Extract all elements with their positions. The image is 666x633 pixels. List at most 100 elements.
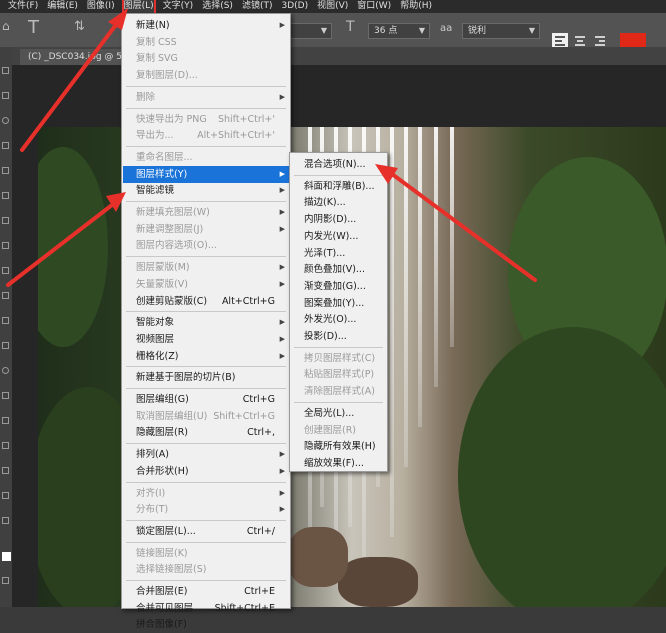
menubar-item-1[interactable]: 编辑(E)	[47, 0, 78, 13]
menu-item[interactable]: 全局光(L)...	[291, 405, 386, 422]
menu-item[interactable]: 斜面和浮雕(B)...	[291, 178, 386, 195]
text-orientation-icon[interactable]: ⇅	[74, 19, 85, 34]
menu-item[interactable]: 图层蒙版(M) ▶	[123, 259, 289, 276]
menu-item[interactable]: 链接图层(K)	[123, 545, 289, 562]
shape-tool-icon[interactable]	[2, 492, 9, 499]
menu-item[interactable]: 外发光(O)...	[291, 311, 386, 328]
menu-item[interactable]: 内发光(W)...	[291, 228, 386, 245]
submenu-arrow-icon: ▶	[279, 334, 285, 343]
type-tool-icon[interactable]: T	[28, 17, 39, 38]
menu-item[interactable]: 图层样式(Y) ▶	[123, 165, 289, 183]
menu-item[interactable]: 导出为... Alt+Shift+Ctrl+'	[123, 127, 289, 144]
menubar-item-2[interactable]: 图像(I)	[87, 0, 115, 13]
lasso-tool-icon[interactable]	[2, 117, 9, 124]
menu-item[interactable]: 智能对象 ▶	[123, 314, 289, 331]
menu-item[interactable]: 拼合图像(F)	[123, 616, 289, 633]
menu-item[interactable]: 合并形状(H) ▶	[123, 463, 289, 480]
menu-item[interactable]: 光泽(T)...	[291, 245, 386, 262]
stamp-tool-icon[interactable]	[2, 267, 9, 274]
menu-item[interactable]: 投影(D)...	[291, 328, 386, 345]
menu-item[interactable]: 混合选项(N)...	[291, 156, 386, 173]
menubar-item-4[interactable]: 文字(Y)	[163, 0, 194, 13]
menubar-item-8[interactable]: 视图(V)	[317, 0, 348, 13]
history-brush-tool-icon[interactable]	[2, 292, 9, 299]
menu-item-label: 分布(T)	[136, 504, 169, 516]
menu-item[interactable]: 内阴影(D)...	[291, 211, 386, 228]
menu-item[interactable]: 对齐(I) ▶	[123, 485, 289, 502]
document-tab[interactable]: (C) _DSC034.jpg @ 50	[20, 49, 136, 65]
menu-item-label: 创建剪贴蒙版(C)	[136, 295, 208, 307]
layer-style-submenu: 混合选项(N)... 斜面和浮雕(B)... 描边(K)... 内阴影(D)... 内发…	[289, 152, 388, 472]
menu-item[interactable]: 智能滤镜 ▶	[123, 182, 289, 199]
menu-item[interactable]: 选择链接图层(S)	[123, 561, 289, 578]
menu-item-label: 矢量蒙版(V)	[136, 278, 188, 290]
menu-item[interactable]: 图层编组(G) Ctrl+G	[123, 391, 289, 408]
menu-item[interactable]: 重命名图层...	[123, 149, 289, 166]
menu-item[interactable]: 合并可见图层 Shift+Ctrl+E	[123, 600, 289, 617]
menu-item-label: 图案叠加(Y)...	[304, 297, 365, 309]
menubar-item-10[interactable]: 帮助(H)	[400, 0, 432, 13]
menu-item[interactable]: 创建剪贴蒙版(C) Alt+Ctrl+G	[123, 293, 289, 310]
font-size-icon: T	[346, 19, 355, 35]
menu-item[interactable]: 清除图层样式(A)	[291, 383, 386, 400]
menu-item[interactable]: 排列(A) ▶	[123, 446, 289, 463]
menu-item[interactable]: 渐变叠加(G)...	[291, 278, 386, 295]
menu-item[interactable]: 拷贝图层样式(C)	[291, 350, 386, 367]
brush-tool-icon[interactable]	[2, 242, 9, 249]
healing-tool-icon[interactable]	[2, 217, 9, 224]
font-size-select[interactable]: 36 点 ▼	[368, 23, 430, 39]
home-icon[interactable]: ⌂	[2, 19, 10, 33]
menu-item[interactable]: 隐藏所有效果(H)	[291, 438, 386, 455]
menu-item[interactable]: 图案叠加(Y)...	[291, 295, 386, 312]
menu-item[interactable]: 合并图层(E) Ctrl+E	[123, 583, 289, 600]
path-select-tool-icon[interactable]	[2, 467, 9, 474]
move-tool-icon[interactable]	[2, 67, 9, 74]
menu-item[interactable]: 新建(N) ▶	[123, 17, 289, 34]
menu-item[interactable]: 隐藏图层(R) Ctrl+,	[123, 424, 289, 441]
eraser-tool-icon[interactable]	[2, 317, 9, 324]
antialias-select[interactable]: 锐利 ▼	[462, 23, 540, 39]
menubar-item-9[interactable]: 窗口(W)	[357, 0, 391, 13]
menu-item[interactable]: 复制图层(D)...	[123, 67, 289, 84]
menu-item-shortcut: Shift+Ctrl+E	[214, 602, 275, 614]
menu-item[interactable]: 创建图层(R)	[291, 422, 386, 439]
menu-item[interactable]: 缩放效果(F)...	[291, 455, 386, 472]
menubar-item-0[interactable]: 文件(F)	[8, 0, 38, 13]
menu-item[interactable]: 矢量蒙版(V) ▶	[123, 276, 289, 293]
crop-tool-icon[interactable]	[2, 167, 9, 174]
type-tool-side-icon[interactable]	[2, 442, 9, 449]
foreground-color-icon[interactable]	[2, 552, 11, 561]
blur-tool-icon[interactable]	[2, 367, 9, 374]
menubar-item-6[interactable]: 滤镜(T)	[242, 0, 273, 13]
menu-item-label: 复制 SVG	[136, 53, 178, 65]
menu-item[interactable]: 取消图层编组(U) Shift+Ctrl+G	[123, 408, 289, 425]
menu-item[interactable]: 复制 SVG	[123, 50, 289, 67]
eyedropper-tool-icon[interactable]	[2, 192, 9, 199]
menu-item[interactable]: 新建基于图层的切片(B)	[123, 369, 289, 386]
pen-tool-icon[interactable]	[2, 417, 9, 424]
menu-item[interactable]: 快速导出为 PNG Shift+Ctrl+'	[123, 111, 289, 128]
menu-item-shortcut: Alt+Ctrl+G	[221, 295, 275, 307]
menu-item[interactable]: 复制 CSS	[123, 34, 289, 51]
menu-item[interactable]: 新建调整图层(J) ▶	[123, 221, 289, 238]
menu-item[interactable]: 视频图层 ▶	[123, 331, 289, 348]
menu-item[interactable]: 新建填充图层(W) ▶	[123, 204, 289, 221]
quick-select-tool-icon[interactable]	[2, 142, 9, 149]
menu-item-label: 新建填充图层(W)	[136, 207, 210, 218]
hand-tool-icon[interactable]	[2, 517, 9, 524]
menu-item[interactable]: 描边(K)...	[291, 194, 386, 211]
menubar-item-7[interactable]: 3D(D)	[281, 0, 308, 13]
dodge-tool-icon[interactable]	[2, 392, 9, 399]
gradient-tool-icon[interactable]	[2, 342, 9, 349]
menu-separator	[126, 256, 286, 258]
menu-item[interactable]: 锁定图层(L)... Ctrl+/	[123, 523, 289, 540]
menu-item[interactable]: 栅格化(Z) ▶	[123, 348, 289, 365]
quick-mask-icon[interactable]	[2, 577, 9, 584]
menu-item[interactable]: 分布(T) ▶	[123, 501, 289, 518]
menu-item[interactable]: 粘贴图层样式(P)	[291, 366, 386, 383]
menu-item[interactable]: 颜色叠加(V)...	[291, 261, 386, 278]
menubar-item-5[interactable]: 选择(S)	[202, 0, 233, 13]
marquee-tool-icon[interactable]	[2, 92, 9, 99]
menu-item[interactable]: 删除 ▶	[123, 89, 289, 106]
menu-item[interactable]: 图层内容选项(O)...	[123, 237, 289, 254]
